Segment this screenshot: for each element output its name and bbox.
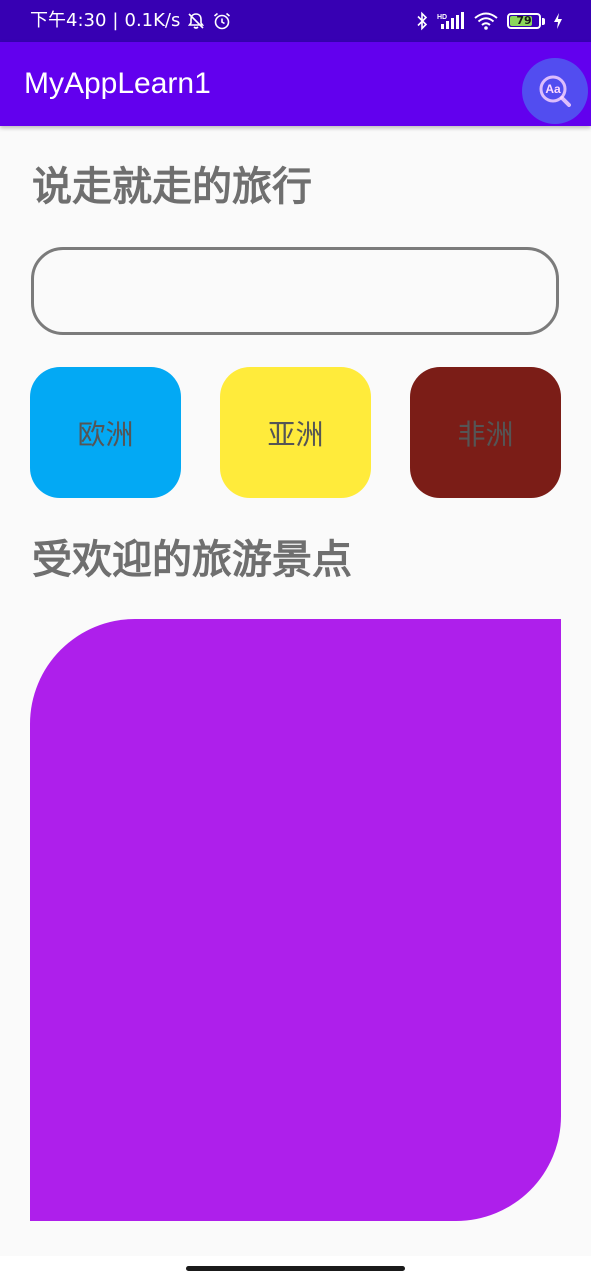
battery-level: 79 bbox=[516, 14, 532, 27]
status-separator: | bbox=[112, 10, 119, 31]
africa-button[interactable]: 非洲 bbox=[410, 367, 561, 498]
status-bar: 下午4:30 | 0.1K/s HD 79 bbox=[0, 0, 591, 42]
battery-tip bbox=[542, 17, 545, 25]
text-size-icon: Aa bbox=[539, 75, 571, 107]
destination-input[interactable] bbox=[31, 247, 559, 335]
app-title: MyAppLearn1 bbox=[24, 67, 211, 100]
text-size-icon-label: Aa bbox=[545, 82, 561, 96]
travel-heading: 说走就走的旅行 bbox=[32, 164, 312, 210]
hd-signal-icon: HD bbox=[437, 11, 465, 31]
status-right: HD 79 bbox=[415, 11, 563, 31]
home-gesture-handle[interactable] bbox=[186, 1266, 405, 1271]
bluetooth-icon bbox=[415, 11, 429, 31]
status-time: 下午4:30 bbox=[30, 10, 107, 31]
charging-icon bbox=[553, 13, 563, 29]
wifi-icon bbox=[473, 11, 499, 31]
navigation-bar bbox=[0, 1256, 591, 1280]
europe-button-label: 欧洲 bbox=[77, 417, 134, 451]
bell-off-icon bbox=[186, 11, 206, 31]
asia-button[interactable]: 亚洲 bbox=[220, 367, 371, 498]
popular-attractions-heading: 受欢迎的旅游景点 bbox=[32, 537, 352, 583]
battery-indicator: 79 bbox=[507, 13, 545, 29]
attraction-banner[interactable] bbox=[30, 619, 561, 1221]
battery-icon: 79 bbox=[507, 13, 541, 29]
asia-button-label: 亚洲 bbox=[267, 417, 324, 451]
alarm-icon bbox=[212, 11, 232, 31]
europe-button[interactable]: 欧洲 bbox=[30, 367, 181, 498]
svg-text:HD: HD bbox=[437, 14, 447, 21]
africa-button-label: 非洲 bbox=[457, 417, 514, 451]
app-bar: MyAppLearn1 bbox=[0, 42, 591, 126]
text-size-float-button[interactable]: Aa bbox=[522, 58, 588, 124]
network-speed: 0.1K/s bbox=[124, 10, 181, 31]
status-left: 下午4:30 | 0.1K/s bbox=[30, 11, 232, 31]
